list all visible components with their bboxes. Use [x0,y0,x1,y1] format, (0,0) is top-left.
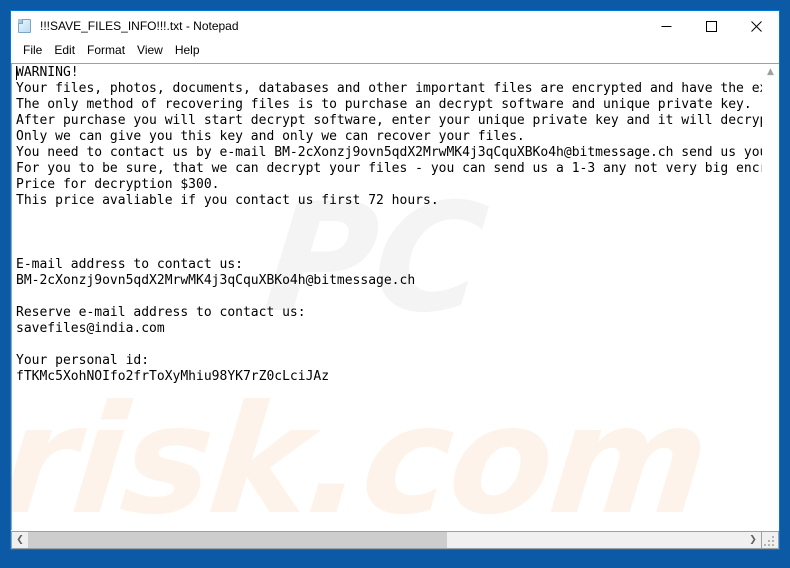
text-line [16,337,762,353]
text-line [16,289,762,305]
watermark-bottom-text: risk.com [12,374,715,530]
vertical-scrollbar[interactable]: ▲ [762,63,779,530]
horizontal-scrollbar[interactable]: ❮ ❯ [11,531,762,549]
titlebar-left: !!!SAVE_FILES_INFO!!!.txt - Notepad [11,18,644,34]
text-line [16,241,762,257]
minimize-icon [661,25,672,27]
desktop-background: !!!SAVE_FILES_INFO!!!.txt - Notepad File… [0,0,790,568]
close-button[interactable] [734,11,779,41]
menu-bar: File Edit Format View Help [11,41,779,62]
text-line: You need to contact us by e-mail BM-2cXo… [16,145,762,160]
menu-item-view[interactable]: View [131,42,169,60]
text-line: Your personal id: [16,353,150,368]
text-line: savefiles@india.com [16,321,165,336]
text-line: Reserve e-mail address to contact us: [16,305,306,320]
notepad-document-icon [17,18,33,34]
text-line: After purchase you will start decrypt so… [16,113,762,128]
scroll-right-button[interactable]: ❯ [745,532,761,548]
minimize-button[interactable] [644,11,689,41]
maximize-icon [706,20,717,32]
maximize-button[interactable] [689,11,734,41]
text-line [16,209,762,225]
text-caret [16,66,17,80]
menu-item-help[interactable]: Help [169,42,206,60]
chevron-right-icon: ❯ [749,534,757,545]
horizontal-scroll-track[interactable] [28,532,745,548]
horizontal-scroll-thumb[interactable] [28,532,448,548]
editor-region: PC risk.com WARNING! Your files, photos, … [11,62,779,530]
text-line: This price avaliable if you contact us f… [16,193,439,208]
menu-item-file[interactable]: File [17,42,48,60]
resize-grip[interactable] [762,531,779,549]
scroll-left-button[interactable]: ❮ [12,532,28,548]
menu-item-format[interactable]: Format [81,42,131,60]
horizontal-scrollbar-row: ❮ ❯ [11,530,779,549]
scroll-up-button[interactable]: ▲ [762,64,779,81]
text-line [16,225,762,241]
window-controls [644,11,779,41]
close-icon [751,20,762,32]
window-title: !!!SAVE_FILES_INFO!!!.txt - Notepad [40,19,239,33]
text-line: fTKMc5XohNOIfo2frToXyMhiu98YK7rZ0cLciJAz [16,369,330,384]
text-line: WARNING! [16,65,79,80]
text-line: For you to be sure, that we can decrypt … [16,161,762,176]
text-line: BM-2cXonzj9ovn5qdX2MrwMK4j3qCquXBKo4h@bi… [16,273,416,288]
vertical-scroll-track[interactable] [762,81,779,530]
chevron-up-icon: ▲ [767,67,774,77]
text-line: Price for decryption $300. [16,177,220,192]
chevron-left-icon: ❮ [16,534,24,545]
text-line: Your files, photos, documents, databases… [16,81,762,96]
ransom-note-text: WARNING! Your files, photos, documents, d… [16,65,762,385]
text-line: The only method of recovering files is t… [16,97,752,112]
text-editor-area[interactable]: PC risk.com WARNING! Your files, photos, … [11,63,762,530]
menu-item-edit[interactable]: Edit [48,42,81,60]
text-line: Only we can give you this key and only w… [16,129,525,144]
notepad-window: !!!SAVE_FILES_INFO!!!.txt - Notepad File… [10,10,780,550]
text-line: E-mail address to contact us: [16,257,243,272]
text-content-viewport[interactable]: PC risk.com WARNING! Your files, photos, … [12,64,762,530]
window-titlebar[interactable]: !!!SAVE_FILES_INFO!!!.txt - Notepad [11,11,779,41]
